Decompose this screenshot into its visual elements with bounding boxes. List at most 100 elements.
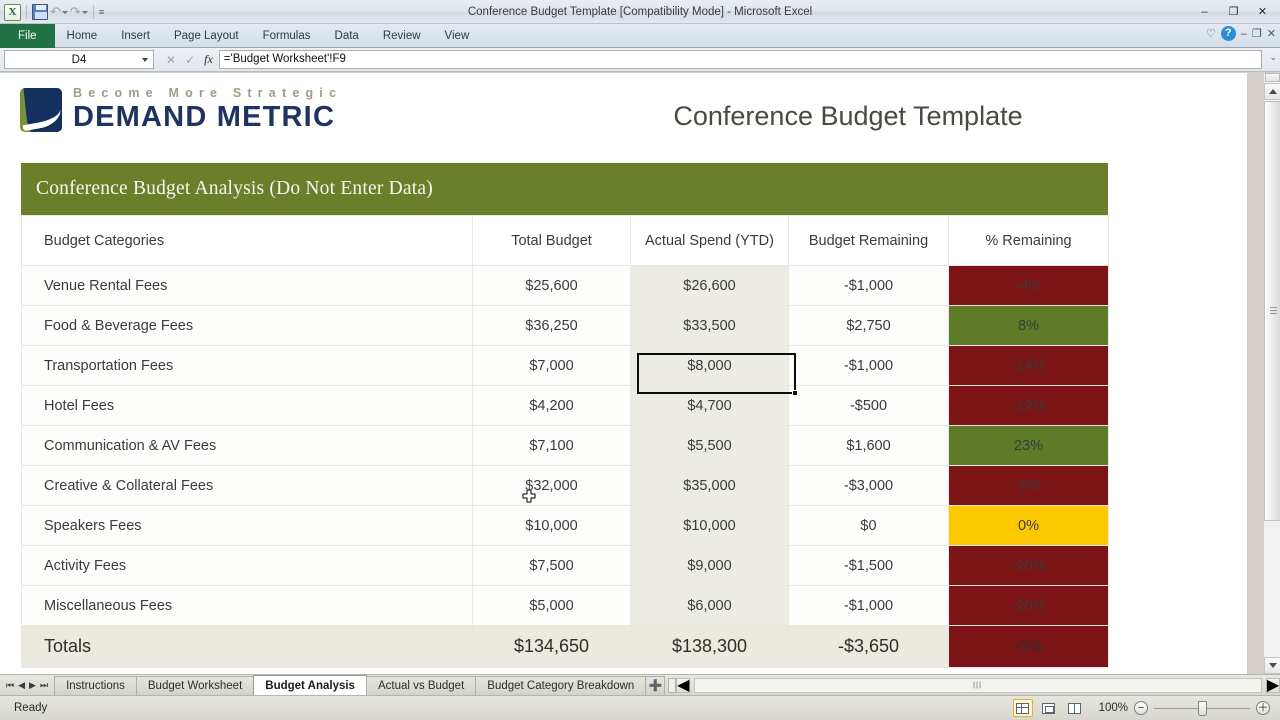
sheet-tab-actual-vs-budget[interactable]: Actual vs Budget bbox=[365, 675, 477, 696]
table-row[interactable]: Creative & Collateral Fees $32,000 $35,000… bbox=[21, 465, 1109, 506]
cell-pct-remaining[interactable]: -4% bbox=[948, 265, 1109, 306]
cell-category[interactable]: Miscellaneous Fees bbox=[21, 585, 473, 626]
zoom-slider[interactable] bbox=[1154, 700, 1250, 716]
vertical-scroll-thumb[interactable] bbox=[1264, 101, 1280, 521]
minimize-ribbon-icon[interactable]: ♡ bbox=[1206, 27, 1216, 40]
accept-formula-icon[interactable]: ✓ bbox=[185, 53, 195, 67]
sheet-tab-instructions[interactable]: Instructions bbox=[54, 675, 137, 696]
cell-actual-spend[interactable]: $9,000 bbox=[630, 545, 789, 586]
table-row[interactable]: Speakers Fees $10,000 $10,000 $0 0% bbox=[21, 505, 1109, 546]
cell-category[interactable]: Venue Rental Fees bbox=[21, 265, 473, 306]
cell-pct-remaining[interactable]: -14% bbox=[948, 345, 1109, 386]
tab-file[interactable]: File bbox=[0, 24, 55, 48]
cell-total-budget[interactable]: $7,100 bbox=[472, 425, 631, 466]
cell-total-budget[interactable]: $5,000 bbox=[472, 585, 631, 626]
page-layout-view-button[interactable] bbox=[1039, 699, 1059, 717]
tab-view[interactable]: View bbox=[433, 25, 482, 48]
tab-formulas[interactable]: Formulas bbox=[251, 25, 323, 48]
next-sheet-icon[interactable]: ▶ bbox=[29, 680, 36, 691]
cell-total-budget[interactable]: $32,000 bbox=[472, 465, 631, 506]
last-sheet-icon[interactable]: ⏭ bbox=[40, 680, 48, 691]
cell-budget-remaining[interactable]: $2,750 bbox=[788, 305, 949, 346]
zoom-in-button[interactable]: ＋ bbox=[1256, 701, 1270, 715]
vertical-scrollbar[interactable] bbox=[1263, 73, 1280, 674]
cell-total-budget[interactable]: $10,000 bbox=[472, 505, 631, 546]
cell-pct-remaining[interactable]: 0% bbox=[948, 505, 1109, 546]
cell-category[interactable]: Transportation Fees bbox=[21, 345, 473, 386]
chevron-down-icon[interactable] bbox=[142, 57, 148, 62]
cell-actual-spend[interactable]: $8,000 bbox=[630, 345, 789, 386]
cell-category[interactable]: Food & Beverage Fees bbox=[21, 305, 473, 346]
cell-pct-remaining[interactable]: -9% bbox=[948, 465, 1109, 506]
workbook-close-icon[interactable]: ✕ bbox=[1267, 27, 1276, 40]
cell-pct-remaining[interactable]: -12% bbox=[948, 385, 1109, 426]
workbook-minimize-icon[interactable]: – bbox=[1241, 28, 1247, 40]
cell-actual-spend[interactable]: $35,000 bbox=[630, 465, 789, 506]
table-row[interactable]: Hotel Fees $4,200 $4,700 -$500 -12% bbox=[21, 385, 1109, 426]
cell-category[interactable]: Hotel Fees bbox=[21, 385, 473, 426]
cell-totals-pct-remaining[interactable]: -3% bbox=[948, 625, 1109, 668]
sheet-tab-budget-analysis[interactable]: Budget Analysis bbox=[253, 674, 367, 696]
normal-view-button[interactable] bbox=[1012, 699, 1033, 717]
horizontal-scrollbar[interactable] bbox=[694, 677, 1262, 693]
cell-budget-remaining[interactable]: $1,600 bbox=[788, 425, 949, 466]
window-close-button[interactable]: ✕ bbox=[1249, 2, 1276, 21]
table-row[interactable]: Food & Beverage Fees $36,250 $33,500 $2,750… bbox=[21, 305, 1109, 346]
table-row[interactable]: Communication & AV Fees $7,100 $5,500 $1,60… bbox=[21, 425, 1109, 466]
cell-category[interactable]: Speakers Fees bbox=[21, 505, 473, 546]
hscroll-left-button[interactable]: ◀ bbox=[676, 677, 691, 694]
scroll-up-button[interactable] bbox=[1264, 83, 1280, 100]
tab-insert[interactable]: Insert bbox=[109, 25, 162, 48]
vertical-split-handle[interactable] bbox=[1265, 73, 1280, 82]
formula-input[interactable]: ='Budget Worksheet'!F9 bbox=[218, 50, 1262, 69]
table-row[interactable]: Venue Rental Fees $25,600 $26,600 -$1,000 -4… bbox=[21, 265, 1109, 306]
name-box[interactable]: D4 bbox=[4, 50, 154, 69]
cell-actual-spend[interactable]: $4,700 bbox=[630, 385, 789, 426]
worksheet-area[interactable]: Become More Strategic DEMAND METRIC Conf… bbox=[0, 73, 1247, 674]
cell-budget-remaining[interactable]: -$1,000 bbox=[788, 345, 949, 386]
sheet-tab-budget-category-breakdown[interactable]: Budget Category Breakdown bbox=[475, 675, 647, 696]
help-icon[interactable]: ? bbox=[1220, 26, 1236, 41]
cell-actual-spend[interactable]: $6,000 bbox=[630, 585, 789, 626]
cell-budget-remaining[interactable]: -$1,500 bbox=[788, 545, 949, 586]
cell-actual-spend[interactable]: $26,600 bbox=[630, 265, 789, 306]
cell-budget-remaining[interactable]: -$1,000 bbox=[788, 265, 949, 306]
hscroll-right-button[interactable]: ▶ bbox=[1266, 677, 1280, 694]
cell-budget-remaining[interactable]: -$500 bbox=[788, 385, 949, 426]
cell-totals-total-budget[interactable]: $134,650 bbox=[472, 625, 631, 668]
cell-actual-spend[interactable]: $10,000 bbox=[630, 505, 789, 546]
new-sheet-button[interactable]: ➕ bbox=[645, 675, 666, 695]
tab-data[interactable]: Data bbox=[323, 25, 371, 48]
prev-sheet-icon[interactable]: ◀ bbox=[18, 680, 25, 691]
page-break-view-button[interactable] bbox=[1065, 699, 1085, 717]
cell-category[interactable]: Creative & Collateral Fees bbox=[21, 465, 473, 506]
cell-category[interactable]: Communication & AV Fees bbox=[21, 425, 473, 466]
cell-total-budget[interactable]: $36,250 bbox=[472, 305, 631, 346]
cancel-formula-icon[interactable]: ✕ bbox=[166, 53, 176, 67]
cell-totals-actual-spend[interactable]: $138,300 bbox=[630, 625, 789, 668]
table-row[interactable]: Activity Fees $7,500 $9,000 -$1,500 -20% bbox=[21, 545, 1109, 586]
cell-category[interactable]: Activity Fees bbox=[21, 545, 473, 586]
cell-actual-spend[interactable]: $5,500 bbox=[630, 425, 789, 466]
tab-review[interactable]: Review bbox=[371, 25, 433, 48]
cell-budget-remaining[interactable]: $0 bbox=[788, 505, 949, 546]
cell-budget-remaining[interactable]: -$1,000 bbox=[788, 585, 949, 626]
cell-pct-remaining[interactable]: 8% bbox=[948, 305, 1109, 346]
zoom-slider-thumb[interactable] bbox=[1198, 700, 1207, 716]
window-restore-button[interactable]: ❐ bbox=[1220, 2, 1247, 21]
expand-formula-bar-icon[interactable]: ⌄ bbox=[1269, 52, 1277, 63]
zoom-level[interactable]: 100% bbox=[1099, 702, 1128, 714]
window-minimize-button[interactable]: – bbox=[1191, 2, 1218, 21]
horizontal-split-handle[interactable] bbox=[668, 677, 677, 693]
scroll-down-button[interactable] bbox=[1264, 657, 1280, 674]
first-sheet-icon[interactable]: ⏮ bbox=[6, 680, 14, 691]
cell-pct-remaining[interactable]: -20% bbox=[948, 585, 1109, 626]
cell-totals-budget-remaining[interactable]: -$3,650 bbox=[788, 625, 949, 668]
cell-total-budget[interactable]: $4,200 bbox=[472, 385, 631, 426]
cell-total-budget[interactable]: $25,600 bbox=[472, 265, 631, 306]
cell-total-budget[interactable]: $7,500 bbox=[472, 545, 631, 586]
tab-page-layout[interactable]: Page Layout bbox=[162, 25, 251, 48]
cell-budget-remaining[interactable]: -$3,000 bbox=[788, 465, 949, 506]
cell-totals-label[interactable]: Totals bbox=[21, 625, 473, 668]
cell-total-budget[interactable]: $7,000 bbox=[472, 345, 631, 386]
